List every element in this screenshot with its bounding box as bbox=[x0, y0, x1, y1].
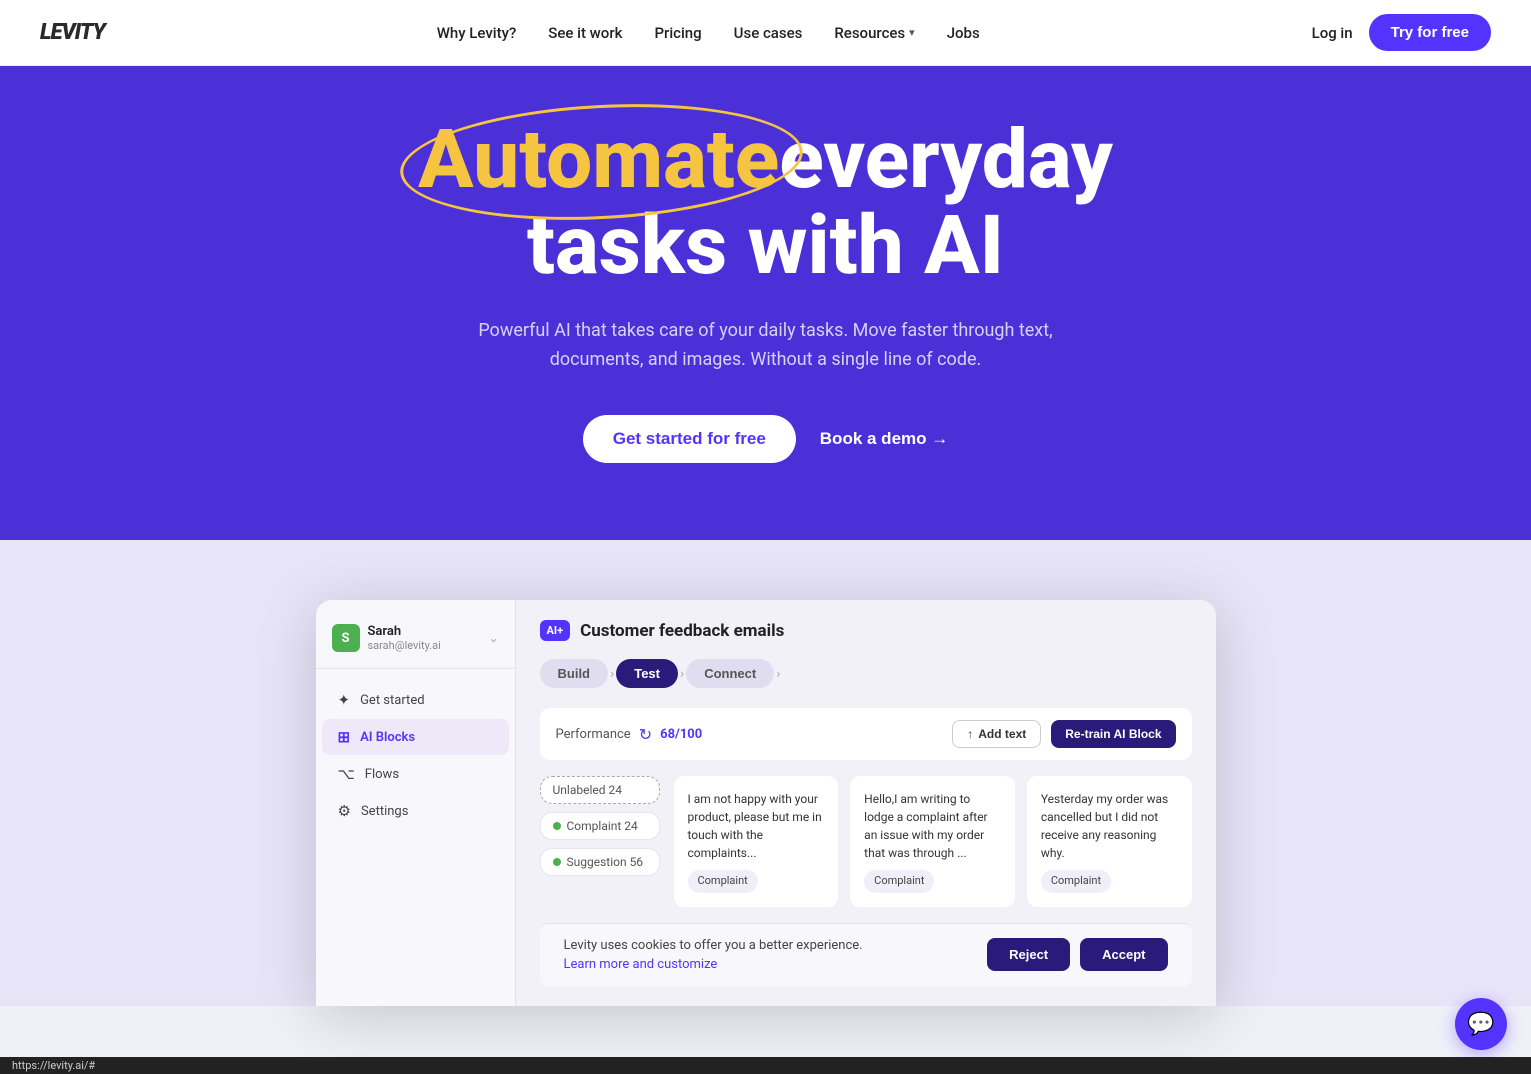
app-sidebar: S Sarah sarah@levity.ai ⌄ ✦ Get started … bbox=[316, 600, 516, 1006]
flows-icon: ⌥ bbox=[338, 765, 355, 783]
sidebar-label-ai-blocks: AI Blocks bbox=[360, 730, 415, 745]
main-title: Customer feedback emails bbox=[580, 621, 784, 641]
sidebar-item-get-started[interactable]: ✦ Get started bbox=[322, 682, 509, 718]
status-url: https://levity.ai/# bbox=[12, 1059, 95, 1072]
arrow-up-icon: ↑ bbox=[967, 727, 973, 741]
cookie-message: Levity uses cookies to offer you a bette… bbox=[564, 938, 863, 953]
tab-test[interactable]: Test bbox=[616, 659, 678, 688]
status-bar: https://levity.ai/# bbox=[0, 1057, 1531, 1074]
tab-build[interactable]: Build bbox=[540, 659, 609, 688]
reject-button[interactable]: Reject bbox=[987, 938, 1070, 971]
get-started-button[interactable]: Get started for free bbox=[583, 415, 796, 463]
user-row[interactable]: S Sarah sarah@levity.ai ⌄ bbox=[316, 616, 515, 669]
suggestion-label-text: Suggestion 56 bbox=[567, 855, 644, 869]
nav-links: Why Levity? See it work Pricing Use case… bbox=[437, 23, 980, 42]
complaint-label-text: Complaint 24 bbox=[567, 819, 638, 833]
nav-pricing[interactable]: Pricing bbox=[654, 24, 701, 42]
user-name: Sarah bbox=[368, 624, 481, 639]
suggestion-dot-icon bbox=[553, 858, 561, 866]
perf-right: ↑ Add text Re-train AI Block bbox=[952, 720, 1175, 748]
card-text-2: Yesterday my order was cancelled but I d… bbox=[1041, 790, 1178, 862]
app-window: S Sarah sarah@levity.ai ⌄ ✦ Get started … bbox=[316, 600, 1216, 1006]
hero-headline: Automateeverydaytasks with AI bbox=[418, 117, 1113, 289]
tabs: Build › Test › Connect › bbox=[540, 659, 1192, 688]
chat-bubble[interactable]: 💬 bbox=[1455, 998, 1507, 1050]
card-badge-0: Complaint bbox=[688, 870, 758, 893]
chat-icon: 💬 bbox=[1467, 1012, 1494, 1037]
sidebar-label-settings: Settings bbox=[361, 804, 408, 819]
complaint-dot-icon bbox=[553, 822, 561, 830]
ai-blocks-icon: ⊞ bbox=[338, 728, 351, 746]
nav-why-levity[interactable]: Why Levity? bbox=[437, 24, 517, 42]
performance-bar: Performance ↻ 68/100 ↑ Add text Re-train… bbox=[540, 708, 1192, 760]
book-demo-button[interactable]: Book a demo → bbox=[820, 429, 948, 449]
nav-right: Log in Try for free bbox=[1312, 14, 1491, 51]
sidebar-nav: ✦ Get started ⊞ AI Blocks ⌥ Flows ⚙ Sett… bbox=[316, 669, 515, 842]
navigation: LEVITY Why Levity? See it work Pricing U… bbox=[0, 0, 1531, 66]
avatar: S bbox=[332, 624, 360, 652]
feedback-card-0: I am not happy with your product, please… bbox=[674, 776, 839, 907]
tab-connect[interactable]: Connect bbox=[686, 659, 774, 688]
hero-subtext: Powerful AI that takes care of your dail… bbox=[476, 317, 1056, 375]
performance-label: Performance bbox=[556, 727, 631, 742]
logo[interactable]: LEVITY bbox=[40, 20, 105, 45]
sidebar-item-flows[interactable]: ⌥ Flows bbox=[322, 756, 509, 792]
perf-score: 68/100 bbox=[660, 727, 702, 742]
label-unlabeled[interactable]: Unlabeled 24 bbox=[540, 776, 660, 804]
sidebar-label-flows: Flows bbox=[365, 767, 399, 782]
perf-spinner-icon: ↻ bbox=[639, 725, 652, 744]
hero-section: Automateeverydaytasks with AI Powerful A… bbox=[0, 0, 1531, 540]
user-chevron-icon: ⌄ bbox=[488, 631, 498, 645]
chevron-down-icon: ▾ bbox=[909, 26, 915, 39]
labels-panel: Unlabeled 24 Complaint 24 Suggestion 56 bbox=[540, 776, 660, 907]
cookie-text-section: Levity uses cookies to offer you a bette… bbox=[564, 938, 863, 972]
sidebar-item-ai-blocks[interactable]: ⊞ AI Blocks bbox=[322, 719, 509, 755]
retrain-button[interactable]: Re-train AI Block bbox=[1051, 720, 1175, 748]
nav-jobs[interactable]: Jobs bbox=[947, 24, 980, 42]
app-main: AI+ Customer feedback emails Build › Tes… bbox=[516, 600, 1216, 1006]
labels-and-cards: Unlabeled 24 Complaint 24 Suggestion 56 … bbox=[540, 776, 1192, 907]
cookie-banner: Levity uses cookies to offer you a bette… bbox=[540, 923, 1192, 986]
feedback-card-2: Yesterday my order was cancelled but I d… bbox=[1027, 776, 1192, 907]
try-for-free-button[interactable]: Try for free bbox=[1369, 14, 1491, 51]
user-email: sarah@levity.ai bbox=[368, 639, 481, 652]
settings-icon: ⚙ bbox=[338, 802, 351, 820]
nav-see-it-work[interactable]: See it work bbox=[548, 24, 622, 42]
user-info: Sarah sarah@levity.ai bbox=[368, 624, 481, 652]
cards-row: I am not happy with your product, please… bbox=[674, 776, 1192, 907]
perf-left: Performance ↻ 68/100 bbox=[556, 725, 703, 744]
unlabeled-label-text: Unlabeled 24 bbox=[553, 783, 622, 797]
ai-badge: AI+ bbox=[540, 620, 571, 641]
accept-button[interactable]: Accept bbox=[1080, 938, 1167, 971]
sidebar-label-get-started: Get started bbox=[360, 693, 424, 708]
login-link[interactable]: Log in bbox=[1312, 24, 1353, 42]
hero-ctas: Get started for free Book a demo → bbox=[583, 415, 949, 463]
card-badge-1: Complaint bbox=[864, 870, 934, 893]
feedback-card-1: Hello,I am writing to lodge a complaint … bbox=[850, 776, 1015, 907]
label-complaint[interactable]: Complaint 24 bbox=[540, 812, 660, 840]
main-header: AI+ Customer feedback emails bbox=[540, 620, 1192, 641]
nav-use-cases[interactable]: Use cases bbox=[734, 24, 803, 42]
card-text-0: I am not happy with your product, please… bbox=[688, 790, 825, 862]
preview-section: S Sarah sarah@levity.ai ⌄ ✦ Get started … bbox=[0, 540, 1531, 1006]
card-badge-2: Complaint bbox=[1041, 870, 1111, 893]
add-text-button[interactable]: ↑ Add text bbox=[952, 720, 1041, 748]
hero-highlight-word: Automate bbox=[418, 117, 779, 203]
nav-resources-dropdown[interactable]: Resources ▾ bbox=[834, 24, 914, 42]
nav-resources-label[interactable]: Resources bbox=[834, 24, 905, 42]
card-text-1: Hello,I am writing to lodge a complaint … bbox=[864, 790, 1001, 862]
sidebar-item-settings[interactable]: ⚙ Settings bbox=[322, 793, 509, 829]
label-suggestion[interactable]: Suggestion 56 bbox=[540, 848, 660, 876]
cookie-buttons: Reject Accept bbox=[987, 938, 1167, 971]
cookie-learn-more-link[interactable]: Learn more and customize bbox=[564, 957, 863, 972]
get-started-icon: ✦ bbox=[338, 691, 351, 709]
